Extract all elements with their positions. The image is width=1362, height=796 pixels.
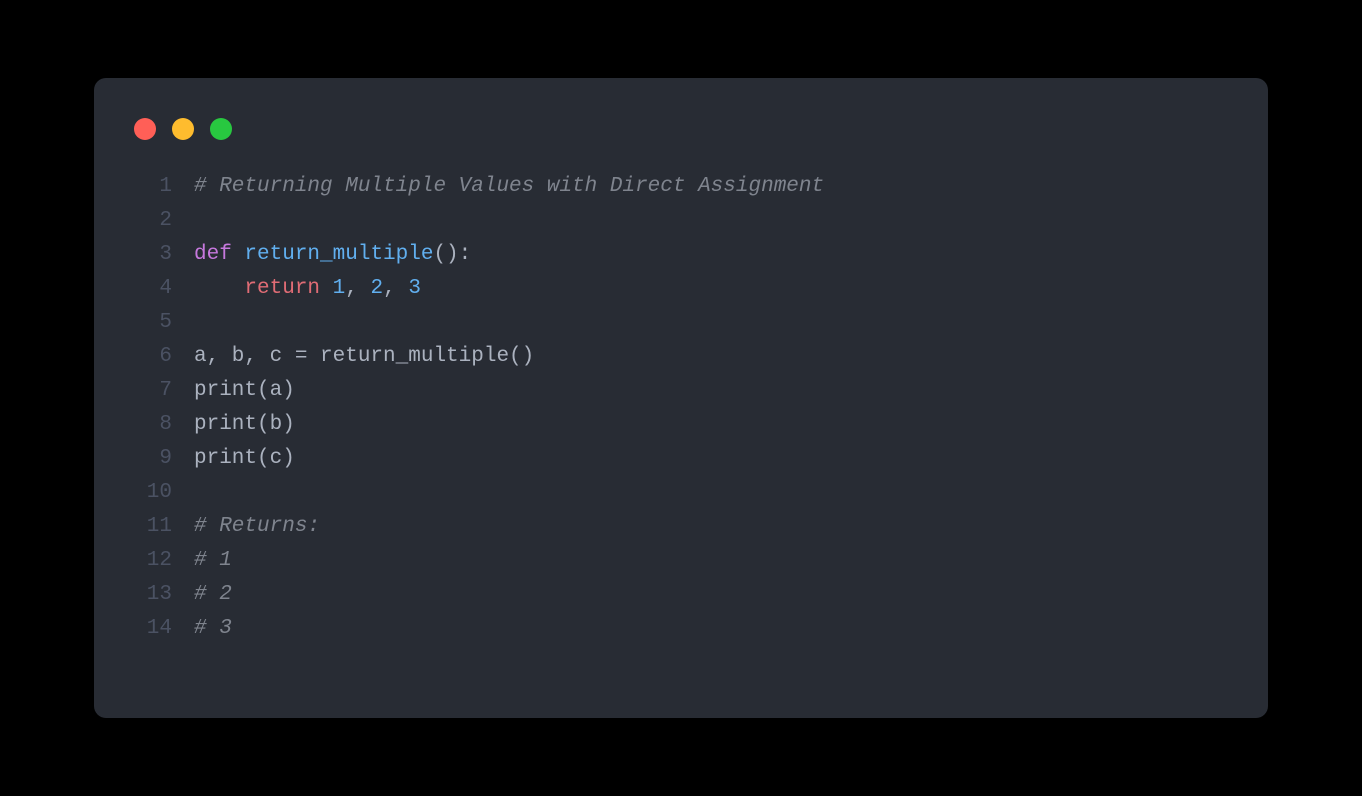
minimize-icon[interactable] [172,118,194,140]
line-content [172,204,194,238]
zoom-icon[interactable] [210,118,232,140]
token-func: print [194,379,257,402]
code-line: 9print(c) [130,442,824,476]
token-plain [232,243,245,266]
code-block: 1 # Returning Multiple Values with Direct… [130,170,824,646]
code-line: 10 [130,476,824,510]
code-line: 8print(b) [130,408,824,442]
line-number: 14 [130,612,172,646]
token-keyword: def [194,243,232,266]
line-content: def return_multiple(): [172,238,471,272]
token-plain: (a) [257,379,295,402]
line-content: # Returning Multiple Values with Direct … [172,170,824,204]
line-content: # 2 [172,578,232,612]
line-content: # 3 [172,612,232,646]
code-line: 3def return_multiple(): [130,238,824,272]
line-content: print(c) [172,442,295,476]
line-number: 10 [130,476,172,510]
token-plain: (b) [257,413,295,436]
window-controls [134,118,232,140]
line-content [172,306,194,340]
token-comment: # 1 [194,549,232,572]
code-line: 11 # Returns: [130,510,824,544]
line-number: 3 [130,238,172,272]
code-line: 6 a, b, c = return_multiple() [130,340,824,374]
line-number: 5 [130,306,172,340]
line-number: 11 [130,510,172,544]
token-comment: # Returning Multiple Values with Direct … [194,175,824,198]
token-plain: (): [433,243,471,266]
line-content: print(b) [172,408,295,442]
token-number: 2 [370,277,383,300]
token-comment: # Returns: [194,515,320,538]
token-plain [194,277,244,300]
token-comment: # 2 [194,583,232,606]
line-number: 9 [130,442,172,476]
token-def: return_multiple [244,243,433,266]
line-number: 7 [130,374,172,408]
token-func: print [194,413,257,436]
line-content: a, b, c = return_multiple() [172,340,534,374]
close-icon[interactable] [134,118,156,140]
code-line: 14 # 3 [130,612,824,646]
line-number: 12 [130,544,172,578]
line-number: 13 [130,578,172,612]
line-content: # Returns: [172,510,320,544]
code-line: 7print(a) [130,374,824,408]
line-content: print(a) [172,374,295,408]
code-line: 4 return 1, 2, 3 [130,272,824,306]
line-number: 4 [130,272,172,306]
code-line: 2 [130,204,824,238]
line-content: return 1, 2, 3 [172,272,421,306]
token-plain: , [345,277,370,300]
token-return: return [244,277,320,300]
line-content: # 1 [172,544,232,578]
line-number: 8 [130,408,172,442]
line-number: 1 [130,170,172,204]
token-number: 3 [408,277,421,300]
code-line: 5 [130,306,824,340]
line-number: 6 [130,340,172,374]
token-plain: a, b, c = return_multiple() [194,345,534,368]
token-number: 1 [333,277,346,300]
code-card: 1 # Returning Multiple Values with Direct… [94,78,1268,718]
token-plain: , [383,277,408,300]
line-content [172,476,194,510]
token-func: print [194,447,257,470]
code-line: 13 # 2 [130,578,824,612]
code-line: 1 # Returning Multiple Values with Direct… [130,170,824,204]
token-plain [320,277,333,300]
line-number: 2 [130,204,172,238]
code-line: 12 # 1 [130,544,824,578]
token-plain: (c) [257,447,295,470]
token-comment: # 3 [194,617,232,640]
